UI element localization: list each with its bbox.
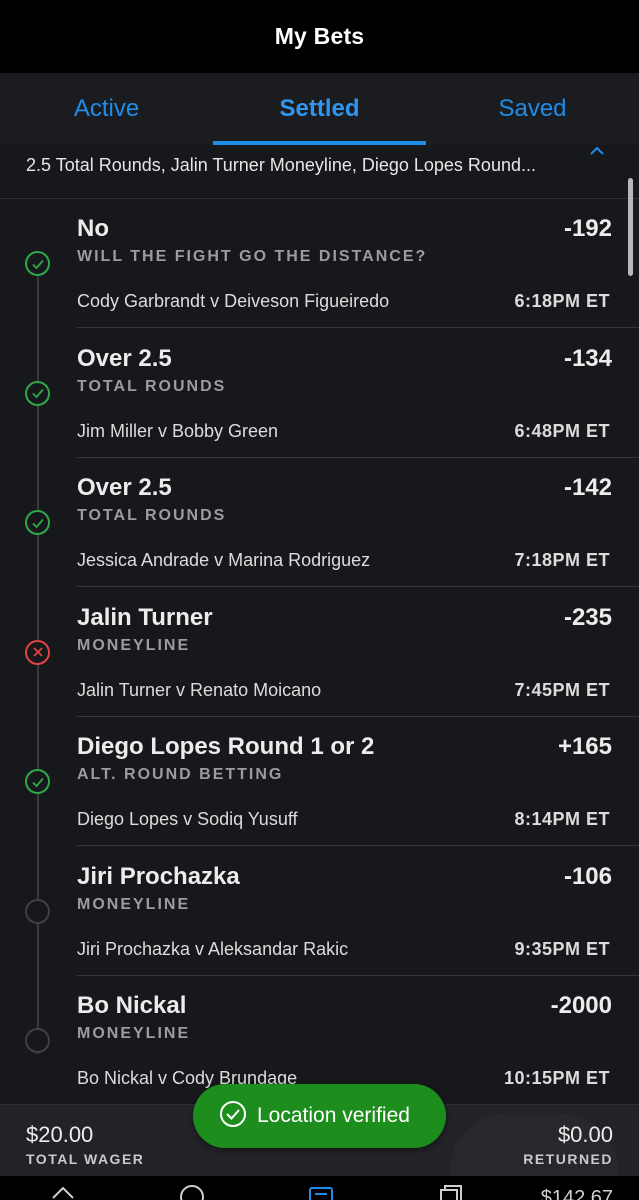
win-check-icon bbox=[25, 510, 50, 535]
leg-event: Jessica Andrade v Marina Rodriguez bbox=[77, 550, 371, 570]
top-header: My Bets bbox=[0, 0, 639, 73]
toast-text: Location verified bbox=[257, 1104, 410, 1127]
pending-circle-icon bbox=[25, 1028, 50, 1053]
leg-time: 8:14PM ET bbox=[514, 809, 610, 829]
bet-leg-row[interactable]: Jiri Prochazka MONEYLINE -106 Jiri Prochazk… bbox=[0, 847, 639, 976]
location-toast: Location verified bbox=[193, 1084, 446, 1148]
bottom-nav: $142.67 bbox=[0, 1176, 639, 1200]
leg-selection: Jiri Prochazka bbox=[77, 862, 240, 890]
bet-leg-row[interactable]: Jalin Turner MONEYLINE -235 Jalin Turner v … bbox=[0, 588, 639, 717]
leg-event: Diego Lopes v Sodiq Yusuff bbox=[77, 809, 298, 829]
bet-summary-header[interactable]: 2.5 Total Rounds, Jalin Turner Moneyline… bbox=[0, 145, 639, 199]
total-wager-label: TOTAL WAGER bbox=[26, 1151, 145, 1167]
leg-selection: Over 2.5 bbox=[77, 344, 172, 372]
leg-market: WILL THE FIGHT GO THE DISTANCE? bbox=[77, 248, 428, 265]
bet-summary-text: 2.5 Total Rounds, Jalin Turner Moneyline… bbox=[26, 155, 536, 175]
win-check-icon bbox=[25, 251, 50, 276]
cards-icon[interactable] bbox=[438, 1184, 464, 1200]
check-circle-icon bbox=[219, 1100, 247, 1133]
returned-amount: $0.00 bbox=[557, 1122, 613, 1147]
win-check-icon bbox=[25, 769, 50, 794]
leg-selection: Jalin Turner bbox=[77, 603, 213, 631]
leg-selection: No bbox=[77, 215, 109, 242]
leg-odds: +165 bbox=[557, 733, 612, 760]
leg-odds: -235 bbox=[563, 603, 612, 631]
leg-event: Jim Miller v Bobby Green bbox=[77, 420, 279, 441]
returned-label: RETURNED bbox=[523, 1151, 613, 1167]
total-wager-amount: $20.00 bbox=[26, 1122, 94, 1147]
leg-event: Jalin Turner v Renato Moicano bbox=[77, 679, 322, 700]
tab-saved[interactable]: Saved bbox=[426, 73, 639, 145]
leg-market: MONEYLINE bbox=[77, 895, 191, 913]
leg-selection: Bo Nickal bbox=[77, 992, 187, 1019]
leg-market: TOTAL ROUNDS bbox=[77, 377, 227, 395]
leg-odds: -134 bbox=[563, 344, 612, 372]
leg-time: 7:18PM ET bbox=[514, 550, 610, 570]
compass-icon[interactable] bbox=[179, 1184, 205, 1200]
chevron-up-icon[interactable] bbox=[589, 143, 605, 161]
home-icon[interactable] bbox=[50, 1184, 76, 1200]
bet-leg-row[interactable]: Over 2.5 TOTAL ROUNDS -142 Jessica Andrade … bbox=[0, 458, 639, 587]
leg-selection: Diego Lopes Round 1 or 2 bbox=[77, 733, 375, 760]
leg-event: Cody Garbrandt v Deiveson Figueiredo bbox=[77, 291, 390, 311]
page-title: My Bets bbox=[274, 23, 365, 49]
my-bets-icon[interactable] bbox=[308, 1184, 334, 1200]
leg-odds: -142 bbox=[563, 474, 612, 501]
leg-time: 6:18PM ET bbox=[514, 291, 610, 311]
leg-time: 10:15PM ET bbox=[503, 1068, 610, 1088]
tab-active[interactable]: Active bbox=[0, 73, 213, 145]
leg-time: 7:45PM ET bbox=[514, 679, 610, 700]
leg-time: 6:48PM ET bbox=[514, 420, 610, 441]
bet-leg-row[interactable]: Diego Lopes Round 1 or 2 ALT. ROUND BETTI… bbox=[0, 717, 639, 846]
leg-market: ALT. ROUND BETTING bbox=[77, 766, 284, 783]
tab-settled[interactable]: Settled bbox=[213, 73, 426, 145]
bet-leg-row[interactable]: No WILL THE FIGHT GO THE DISTANCE? -192 Cod… bbox=[0, 199, 639, 328]
account-balance[interactable]: $142.67 bbox=[541, 1187, 613, 1200]
leg-market: MONEYLINE bbox=[77, 636, 191, 654]
leg-odds: -106 bbox=[563, 862, 612, 890]
leg-odds: -2000 bbox=[550, 992, 612, 1019]
leg-market: MONEYLINE bbox=[77, 1025, 191, 1042]
leg-market: TOTAL ROUNDS bbox=[77, 507, 227, 524]
pending-circle-icon bbox=[25, 898, 50, 924]
bet-tabs: Active Settled Saved bbox=[0, 73, 639, 145]
loss-x-icon bbox=[25, 639, 50, 665]
leg-odds: -192 bbox=[563, 215, 612, 242]
leg-time: 9:35PM ET bbox=[514, 938, 610, 959]
bet-leg-row[interactable]: Over 2.5 TOTAL ROUNDS -134 Jim Miller v Bob… bbox=[0, 329, 639, 458]
win-check-icon bbox=[25, 380, 50, 406]
leg-event: Jiri Prochazka v Aleksandar Rakic bbox=[77, 938, 349, 959]
leg-selection: Over 2.5 bbox=[77, 474, 172, 501]
